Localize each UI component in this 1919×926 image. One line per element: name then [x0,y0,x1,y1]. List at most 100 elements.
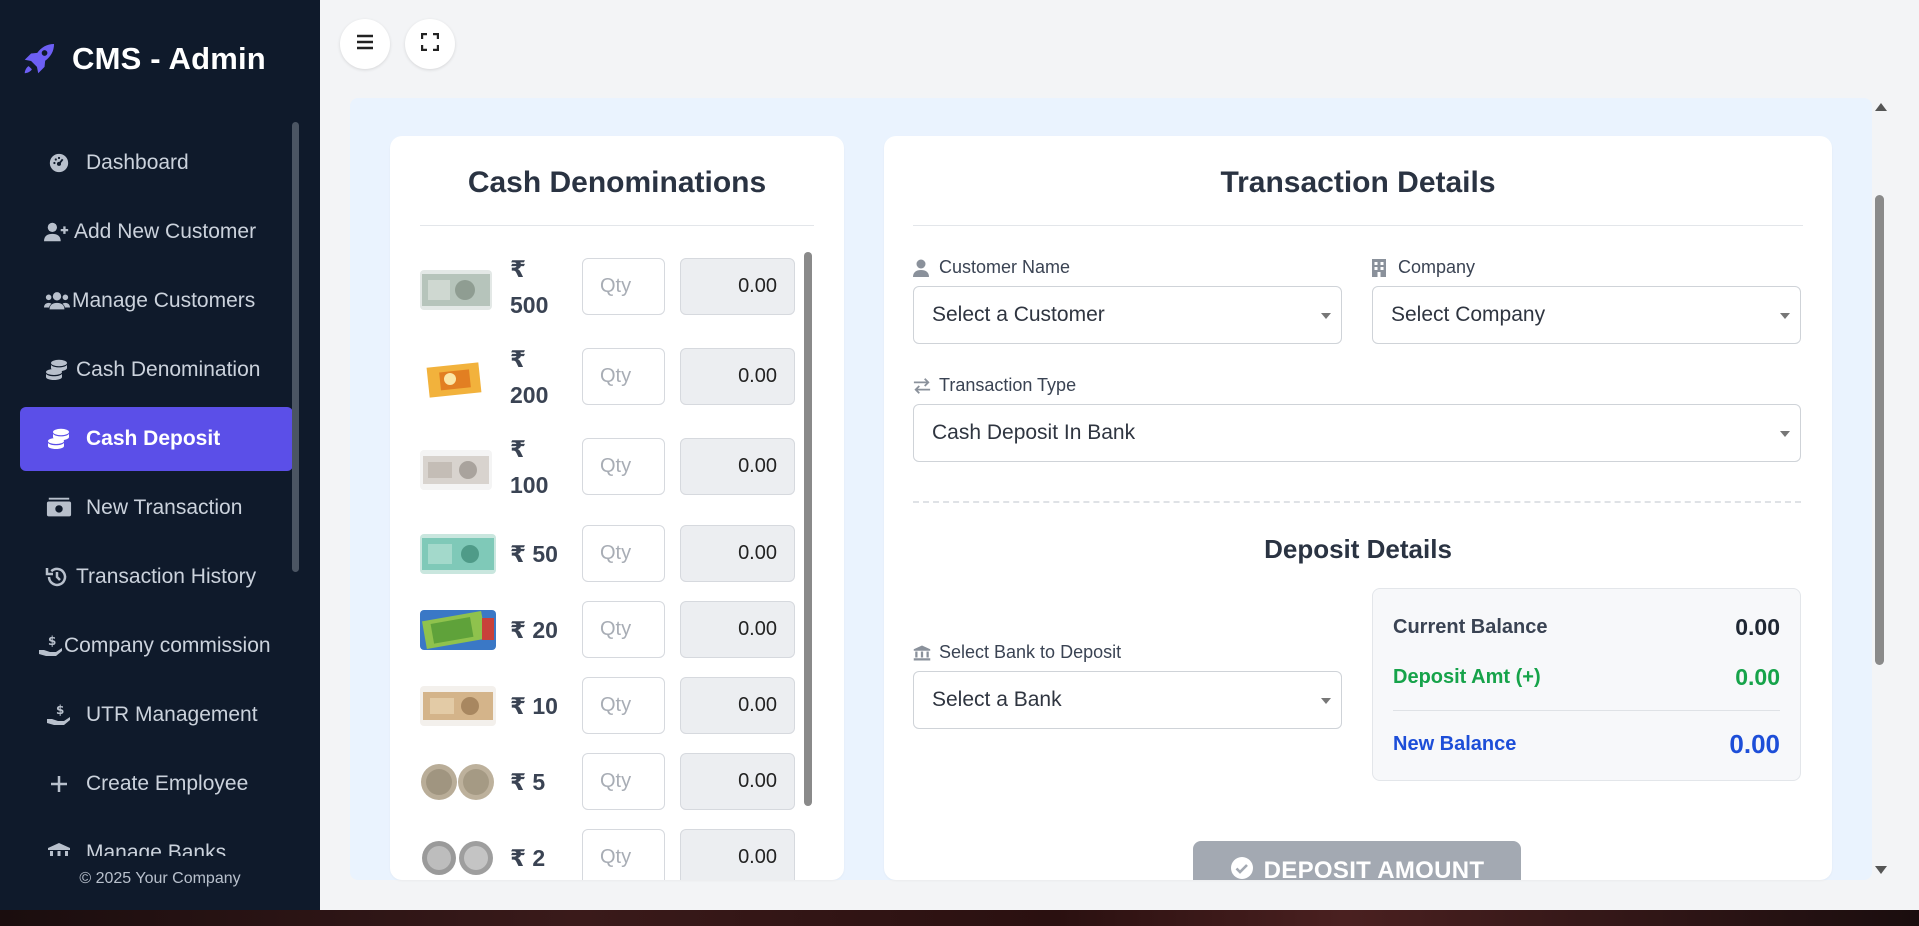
sidebar-item-manage-banks[interactable]: Manage Banks [20,821,293,856]
bank-icon [913,644,931,662]
denomination-row: ₹ 2 Qty 0.00 [420,829,796,880]
caret-down-icon [1321,698,1331,704]
sidebar-item-label: Add New Customer [74,220,257,243]
sidebar-item-label: New Transaction [86,496,243,519]
fullscreen-button[interactable] [405,19,455,69]
sidebar-item-cash-denomination[interactable]: Cash Denomination [20,338,293,402]
denomination-scrollbar[interactable] [804,252,812,806]
amount-field: 0.00 [680,525,795,582]
deposit-amount-button[interactable]: DEPOSIT AMOUNT [1193,841,1521,880]
menu-toggle-button[interactable] [340,19,390,69]
sidebar-item-label: Cash Denomination [76,358,261,381]
main-scrollbar-thumb[interactable] [1875,195,1884,665]
denomination-label: ₹ 200 [510,346,549,408]
exchange-arrows-icon [913,377,931,395]
denomination-row: ₹ 500 Qty 0.00 [420,251,796,329]
cash-denominations-title: Cash Denominations [467,166,767,199]
denomination-row: ₹ 5 Qty 0.00 [420,753,796,811]
note-500-image [420,270,492,310]
qty-input[interactable]: Qty [582,677,665,734]
note-20-image [420,610,496,650]
denomination-label: ₹ 5 [510,769,546,795]
sidebar-item-label: Cash Deposit [86,427,221,450]
qty-input[interactable]: Qty [582,753,665,810]
sidebar-item-label: Create Employee [86,772,249,795]
scroll-down-arrow-icon[interactable] [1875,866,1887,874]
denomination-label: ₹ 50 [510,541,558,567]
building-icon [1372,258,1390,277]
sidebar-item-label: Company commission [64,634,271,657]
denomination-label: ₹ 500 [510,256,549,318]
customer-name-label: Customer Name [913,257,1070,278]
app-title: CMS - Admin [72,41,266,76]
select-bank-label: Select Bank to Deposit [913,642,1121,663]
expand-icon [420,32,440,56]
caret-down-icon [1780,313,1790,319]
amount-field: 0.00 [680,258,795,315]
balance-divider [1393,710,1780,711]
deposit-details-title: Deposit Details [1264,534,1452,564]
sidebar-item-create-employee[interactable]: Create Employee [20,752,293,816]
coin-2-image [420,837,496,879]
denomination-label: ₹ 10 [510,693,558,719]
qty-input[interactable]: Qty [582,601,665,658]
sidebar-item-utr-management[interactable]: $ UTR Management [20,683,293,747]
qty-input[interactable]: Qty [582,525,665,582]
bank-select[interactable]: Select a Bank [913,671,1342,729]
denomination-row: ₹ 100 Qty 0.00 [420,431,796,509]
hand-holding-dollar-icon: $ [38,634,64,658]
divider [913,225,1803,226]
bank-icon [46,841,72,856]
sidebar-item-transaction-history[interactable]: Transaction History [20,545,293,609]
plus-icon [46,772,72,796]
hand-holding-dollar-icon: $ [46,703,72,727]
sidebar: CMS - Admin Dashboard Add New Customer M… [0,0,320,910]
company-select[interactable]: Select Company [1372,286,1801,344]
deposit-amount-row: Deposit Amt (+) 0.00 [1393,664,1780,690]
sidebar-item-new-transaction[interactable]: New Transaction [20,476,293,540]
qty-input[interactable]: Qty [582,348,665,405]
hamburger-icon [356,34,374,55]
transaction-type-select[interactable]: Cash Deposit In Bank [913,404,1801,462]
denomination-row: ₹ 20 Qty 0.00 [420,601,796,659]
history-icon [44,565,70,589]
sidebar-item-company-commission[interactable]: $ Company commission [20,614,293,678]
sidebar-item-cash-deposit[interactable]: Cash Deposit [20,407,293,471]
divider [420,225,814,226]
balance-summary: Current Balance 0.00 Deposit Amt (+) 0.0… [1372,588,1801,781]
user-icon [913,259,931,277]
amount-field: 0.00 [680,677,795,734]
money-bill-icon [46,496,72,520]
gauge-icon [46,151,72,175]
denomination-row: ₹ 50 Qty 0.00 [420,525,796,583]
sidebar-item-manage-customers[interactable]: Manage Customers [20,269,293,333]
rocket-icon [20,40,58,78]
sidebar-item-label: Manage Customers [72,289,256,312]
os-taskbar [0,910,1919,926]
sidebar-nav: Dashboard Add New Customer Manage Custom… [20,131,293,856]
svg-text:$: $ [56,703,64,717]
new-balance-row: New Balance 0.00 [1393,729,1780,759]
note-50-image [420,534,496,574]
customer-select[interactable]: Select a Customer [913,286,1342,344]
sidebar-item-label: UTR Management [86,703,258,726]
denomination-row: ₹ 200 Qty 0.00 [420,341,796,419]
sidebar-item-add-new-customer[interactable]: Add New Customer [20,200,293,264]
amount-field: 0.00 [680,829,795,880]
qty-input[interactable]: Qty [582,258,665,315]
company-label: Company [1372,257,1475,278]
user-plus-icon [44,220,70,244]
footer-copyright: © 2025 Your Company [79,870,241,887]
cash-denominations-card: Cash Denominations ₹ 500 Qty 0.00 ₹ 200 … [390,136,844,880]
qty-input[interactable]: Qty [582,438,665,495]
new-balance-value: 0.00 [1729,729,1780,759]
qty-input[interactable]: Qty [582,829,665,880]
sidebar-scrollbar[interactable] [292,122,299,572]
svg-text:$: $ [48,634,56,648]
deposit-amount-value: 0.00 [1735,664,1780,690]
sidebar-item-label: Manage Banks [86,841,227,856]
sidebar-item-dashboard[interactable]: Dashboard [20,131,293,195]
brand[interactable]: CMS - Admin [20,40,266,78]
coins-icon [44,358,70,382]
scroll-up-arrow-icon[interactable] [1875,103,1887,111]
